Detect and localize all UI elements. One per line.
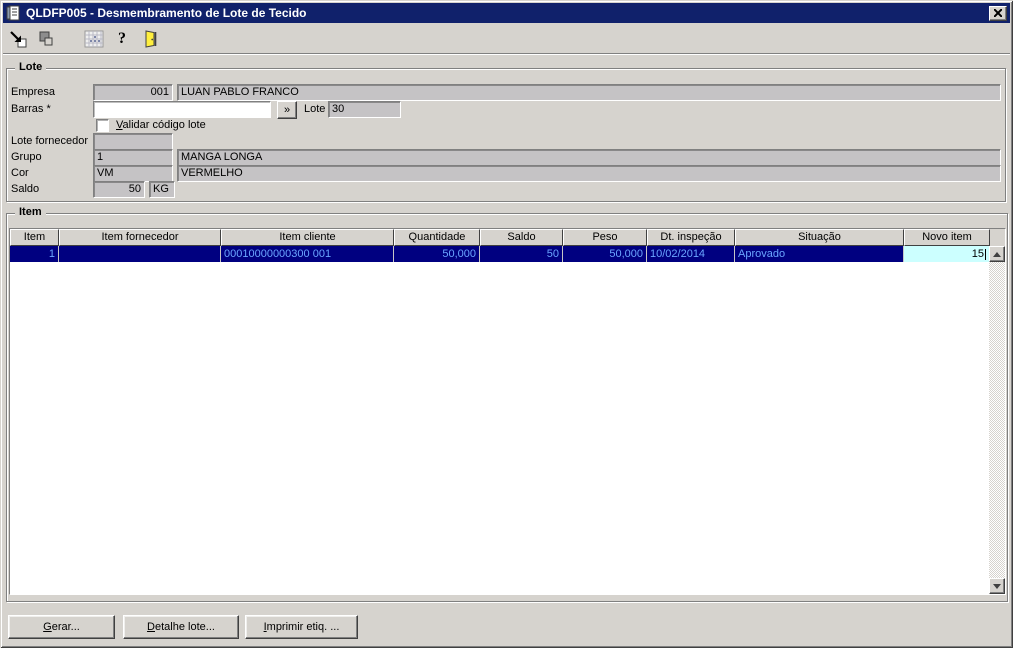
lote-num-label: Lote: [304, 103, 326, 115]
grupo-label: Grupo: [11, 151, 42, 163]
barras-label: Barras *: [11, 103, 51, 115]
cell-dt-inspecao: 10/02/2014: [647, 246, 735, 262]
table-row[interactable]: 1 00010000000300 001 50,000 50 50,000 10/02/2…: [10, 246, 990, 262]
cell-item-fornecedor: [59, 246, 221, 262]
lote-num-field: 30: [328, 101, 401, 118]
column-header-item-cliente[interactable]: Item cliente: [221, 229, 394, 246]
lote-fornecedor-field: [93, 133, 173, 150]
gerar-button[interactable]: Gerar...: [8, 615, 115, 639]
cell-quantidade: 50,000: [394, 246, 480, 262]
cor-name-field: VERMELHO: [177, 165, 1001, 182]
column-header-situacao[interactable]: Situação: [735, 229, 904, 246]
column-header-peso[interactable]: Peso: [563, 229, 647, 246]
imprimir-etiq-button[interactable]: Imprimir etiq. ...: [245, 615, 358, 639]
item-groupbox: Item Item Item fornecedor Item cliente Quan…: [6, 206, 1008, 602]
toolbar: ?: [3, 25, 1010, 53]
column-header-dt-inspecao[interactable]: Dt. inspeção: [647, 229, 735, 246]
enter-arrow-icon[interactable]: [7, 29, 29, 49]
title-bar: QLDFP005 - Desmembramento de Lote de Tec…: [3, 3, 1010, 23]
empresa-code-field: 001: [93, 84, 173, 101]
grupo-code-field: 1: [93, 149, 173, 166]
item-table: Item Item fornecedor Item cliente Quantidad…: [9, 228, 1006, 595]
scroll-down-button[interactable]: [989, 578, 1005, 594]
cell-novo-item[interactable]: 15: [904, 246, 990, 262]
close-icon: [994, 9, 1002, 17]
saldo-unit-field: KG: [149, 181, 175, 198]
column-header-novo-item[interactable]: Novo item: [904, 229, 990, 246]
barras-expand-button[interactable]: »: [277, 101, 297, 119]
column-header-item[interactable]: Item: [10, 229, 59, 246]
cor-label: Cor: [11, 167, 29, 179]
cascade-windows-icon[interactable]: [35, 29, 57, 49]
item-table-scrollbar[interactable]: [989, 246, 1005, 594]
cell-saldo: 50: [480, 246, 563, 262]
close-button[interactable]: [989, 5, 1007, 21]
barras-input[interactable]: [93, 101, 271, 118]
saldo-field: 50: [93, 181, 145, 198]
detalhe-lote-button[interactable]: Detalhe lote...: [123, 615, 239, 639]
cor-code-field: VM: [93, 165, 173, 182]
arrow-up-icon: [993, 251, 1001, 257]
cell-peso: 50,000: [563, 246, 647, 262]
column-header-quantidade[interactable]: Quantidade: [394, 229, 480, 246]
cell-item-cliente: 00010000000300 001: [221, 246, 394, 262]
app-window: QLDFP005 - Desmembramento de Lote de Tec…: [0, 0, 1013, 648]
lote-groupbox: Lote Empresa 001 LUAN PABLO FRANCO Barra…: [6, 61, 1006, 202]
cell-situacao: Aprovado: [735, 246, 904, 262]
column-header-saldo[interactable]: Saldo: [480, 229, 563, 246]
empresa-name-field: LUAN PABLO FRANCO: [177, 84, 1001, 101]
grupo-name-field: MANGA LONGA: [177, 149, 1001, 166]
toolbar-separator: [3, 53, 1010, 55]
empresa-label: Empresa: [11, 86, 56, 98]
validar-label[interactable]: Validar código lote: [116, 117, 206, 134]
column-header-item-fornecedor[interactable]: Item fornecedor: [59, 229, 221, 246]
item-table-body: 1 00010000000300 001 50,000 50 50,000 10/02/2…: [10, 246, 990, 594]
saldo-label: Saldo: [11, 183, 40, 195]
arrow-down-icon: [993, 583, 1001, 589]
exit-door-icon[interactable]: [139, 29, 161, 49]
lote-group-label: Lote: [15, 61, 47, 73]
scroll-up-button[interactable]: [989, 246, 1005, 262]
item-table-header: Item Item fornecedor Item cliente Quantidad…: [10, 229, 1005, 246]
item-group-label: Item: [15, 206, 46, 218]
window-icon: [6, 5, 20, 21]
lote-fornecedor-label: Lote fornecedor: [11, 135, 89, 147]
grid-icon[interactable]: [83, 29, 105, 49]
help-icon[interactable]: ?: [111, 29, 133, 49]
window-title: QLDFP005 - Desmembramento de Lote de Tec…: [26, 6, 307, 20]
text-caret: [985, 248, 986, 260]
cell-item: 1: [10, 246, 59, 262]
validar-checkbox[interactable]: [96, 119, 109, 132]
